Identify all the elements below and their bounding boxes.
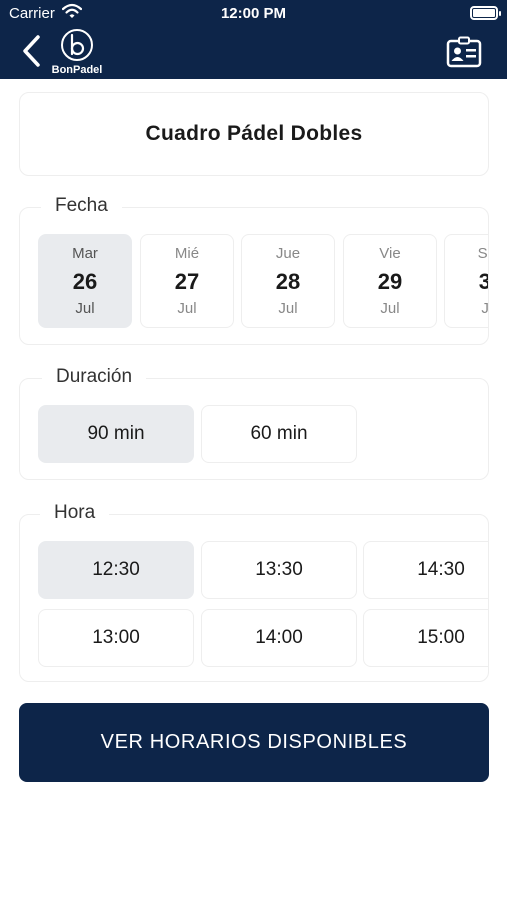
time-slot[interactable]: 12:30 bbox=[38, 541, 194, 599]
duration-option[interactable]: 90 min bbox=[38, 405, 194, 463]
date-day: 26 bbox=[72, 269, 98, 294]
top-bar: Carrier 12:00 PM BonPadel bbox=[0, 0, 507, 79]
status-time: 12:00 PM bbox=[220, 5, 287, 22]
date-day: 28 bbox=[275, 269, 301, 294]
date-chip[interactable]: Vie 29 Jul bbox=[343, 234, 437, 328]
date-weekday: Vie bbox=[379, 245, 401, 262]
date-scroller[interactable]: Mar 26 Jul Mié 27 Jul Jue 28 Jul Vie 29 … bbox=[20, 208, 488, 344]
activity-title: Cuadro Pádel Dobles bbox=[145, 122, 363, 145]
duration-section-label: Duración bbox=[42, 366, 147, 388]
time-slot[interactable]: 13:00 bbox=[38, 609, 194, 667]
id-card-icon[interactable] bbox=[446, 36, 482, 68]
time-section: Hora 12:30 13:30 14:30 13:00 14:00 15:00 bbox=[19, 502, 489, 682]
date-chip[interactable]: Sáb 30 Jul bbox=[444, 234, 488, 328]
time-slot[interactable]: 15:00 bbox=[363, 609, 488, 667]
date-month: Jul bbox=[481, 300, 488, 317]
date-month: Jul bbox=[278, 300, 298, 317]
time-scroller[interactable]: 12:30 13:30 14:30 13:00 14:00 15:00 bbox=[20, 515, 488, 681]
activity-title-card: Cuadro Pádel Dobles bbox=[19, 92, 489, 176]
date-chip[interactable]: Mar 26 Jul bbox=[38, 234, 132, 328]
back-chevron-icon[interactable] bbox=[18, 34, 48, 68]
date-chip[interactable]: Jue 28 Jul bbox=[241, 234, 335, 328]
date-chip[interactable]: Mié 27 Jul bbox=[140, 234, 234, 328]
status-bar: Carrier 12:00 PM bbox=[0, 0, 507, 28]
date-weekday: Mar bbox=[72, 245, 98, 262]
date-month: Jul bbox=[75, 300, 95, 317]
time-slot[interactable]: 14:00 bbox=[201, 609, 357, 667]
bonpadel-logo: BonPadel bbox=[47, 28, 107, 78]
view-available-times-button[interactable]: VER HORARIOS DISPONIBLES bbox=[19, 703, 489, 782]
duration-section: Duración 90 min 60 min bbox=[19, 366, 489, 480]
duration-option[interactable]: 60 min bbox=[201, 405, 357, 463]
time-slot[interactable]: 14:30 bbox=[363, 541, 488, 599]
date-day: 29 bbox=[377, 269, 403, 294]
battery-icon bbox=[470, 6, 501, 20]
date-weekday: Jue bbox=[275, 245, 301, 262]
date-day: 27 bbox=[174, 269, 200, 294]
bonpadel-logo-icon bbox=[61, 29, 93, 61]
date-day: 30 bbox=[478, 269, 488, 294]
date-weekday: Sáb bbox=[477, 245, 488, 262]
date-month: Jul bbox=[177, 300, 197, 317]
date-section: Fecha Mar 26 Jul Mié 27 Jul Jue 28 Jul V… bbox=[19, 195, 489, 345]
time-slot[interactable]: 13:30 bbox=[201, 541, 357, 599]
brand-name: BonPadel bbox=[51, 64, 103, 76]
date-month: Jul bbox=[380, 300, 400, 317]
date-weekday: Mié bbox=[174, 245, 200, 262]
